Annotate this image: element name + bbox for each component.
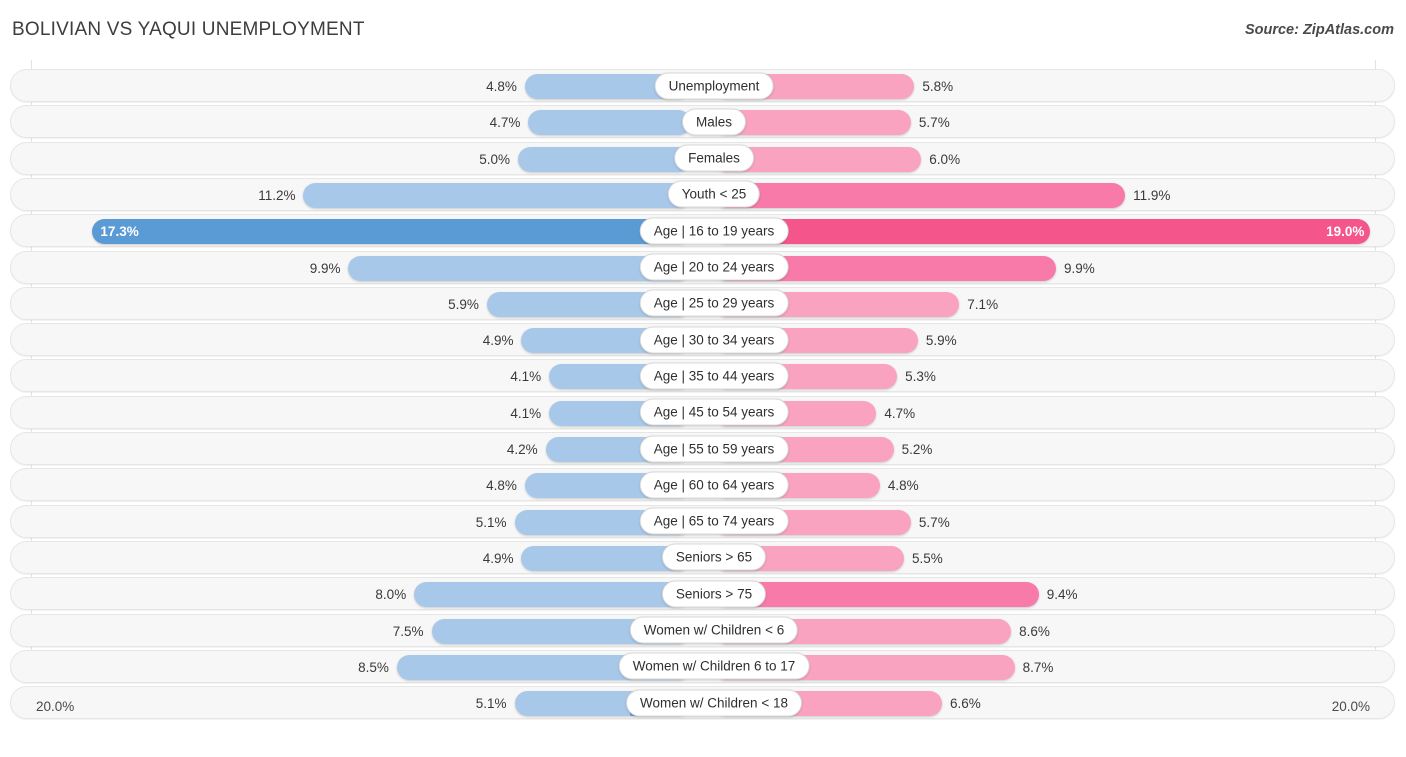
- value-label-bolivian: 5.9%: [448, 296, 479, 312]
- bar-bolivian: [414, 582, 691, 608]
- value-label-yaqui: 5.2%: [901, 442, 933, 457]
- chart-row: 8.5% 8.7% Women w/ Children 6 to 17: [10, 649, 1395, 683]
- value-label-bolivian: 9.9%: [309, 260, 341, 276]
- value-label-yaqui: 19.0%: [1326, 224, 1365, 240]
- value-label-bolivian: 4.1%: [510, 405, 542, 421]
- category-label: Age | 16 to 19 years: [639, 217, 789, 245]
- bar-yaqui: [714, 219, 1371, 245]
- bar-bolivian: [518, 146, 691, 172]
- value-label-yaqui: 7.1%: [967, 296, 999, 312]
- value-label-bolivian: 17.3%: [100, 224, 139, 240]
- value-label-yaqui: 5.9%: [925, 333, 957, 349]
- value-label-yaqui: 8.7%: [1022, 659, 1054, 675]
- chart-row: 5.1% 5.7% Age | 65 to 74 years: [10, 504, 1395, 538]
- chart-row: 8.0% 9.4% Seniors > 75: [10, 577, 1395, 611]
- chart-row: 17.3% 19.0% Age | 16 to 19 years: [10, 214, 1395, 248]
- category-label: Age | 35 to 44 years: [639, 362, 789, 390]
- category-label: Age | 25 to 29 years: [639, 289, 789, 317]
- value-label-yaqui: 9.4%: [1046, 587, 1078, 603]
- value-label-yaqui: 11.9%: [1133, 187, 1171, 203]
- chart-row: 4.9% 5.5% Seniors > 65: [10, 540, 1395, 574]
- category-label: Women w/ Children 6 to 17: [618, 652, 810, 680]
- value-label-bolivian: 4.9%: [482, 550, 514, 566]
- value-label-yaqui: 5.7%: [918, 514, 950, 530]
- category-label: Age | 45 to 54 years: [639, 398, 789, 426]
- value-label-bolivian: 4.8%: [486, 478, 517, 494]
- chart-row: 4.8% 5.8% Unemployment: [10, 69, 1395, 102]
- value-label-yaqui: 5.5%: [912, 550, 943, 566]
- diverging-bar-chart: 4.8% 5.8% Unemployment 4.7% 5.7% Males 5.0% 6.0…: [0, 60, 1406, 720]
- page-title: BOLIVIAN VS YAQUI UNEMPLOYMENT: [12, 19, 365, 40]
- bar-bolivian: [303, 182, 691, 208]
- value-label-bolivian: 7.5%: [392, 623, 424, 639]
- category-label: Females: [674, 144, 754, 172]
- value-label-bolivian: 11.2%: [258, 187, 296, 203]
- value-label-bolivian: 8.0%: [375, 587, 407, 603]
- value-label-yaqui: 5.7%: [918, 115, 950, 131]
- category-label: Seniors > 65: [661, 543, 767, 571]
- bar-yaqui: [714, 182, 1126, 208]
- value-label-yaqui: 6.0%: [929, 151, 961, 167]
- value-label-yaqui: 8.6%: [1019, 623, 1050, 639]
- value-label-bolivian: 5.0%: [479, 151, 510, 167]
- chart-row: 11.2% 11.9% Youth < 25: [10, 177, 1395, 211]
- chart-row: 7.5% 8.6% Women w/ Children < 6: [10, 613, 1395, 647]
- category-label: Age | 30 to 34 years: [639, 326, 789, 354]
- category-label: Age | 60 to 64 years: [639, 471, 789, 499]
- value-label-yaqui: 5.8%: [922, 79, 954, 94]
- value-label-bolivian: 4.1%: [510, 369, 542, 385]
- chart-row: 4.1% 4.7% Age | 45 to 54 years: [10, 395, 1395, 429]
- bar-bolivian: [528, 110, 691, 136]
- value-label-bolivian: 8.5%: [358, 659, 389, 675]
- value-label-bolivian: 4.9%: [482, 333, 514, 349]
- bar-bolivian: [92, 219, 691, 245]
- chart-row: 4.7% 5.7% Males: [10, 105, 1395, 139]
- category-label: Women w/ Children < 18: [626, 689, 802, 717]
- value-label-bolivian: 4.8%: [486, 79, 517, 94]
- chart-row: 9.9% 9.9% Age | 20 to 24 years: [10, 250, 1395, 284]
- category-label: Age | 20 to 24 years: [639, 253, 789, 281]
- category-label: Seniors > 75: [661, 580, 767, 608]
- category-label: Women w/ Children < 6: [629, 616, 799, 644]
- value-label-bolivian: 4.7%: [489, 115, 521, 131]
- category-label: Unemployment: [654, 72, 774, 99]
- chart-row: 5.0% 6.0% Females: [10, 141, 1395, 175]
- value-label-bolivian: 5.1%: [475, 514, 507, 530]
- value-label-yaqui: 5.3%: [905, 369, 936, 385]
- value-label-yaqui: 4.7%: [884, 405, 916, 421]
- chart-row: 4.2% 5.2% Age | 55 to 59 years: [10, 432, 1395, 465]
- chart-row: 5.9% 7.1% Age | 25 to 29 years: [10, 286, 1395, 320]
- category-label: Age | 55 to 59 years: [639, 435, 789, 462]
- category-label: Youth < 25: [667, 180, 761, 208]
- value-label-bolivian: 4.2%: [506, 442, 538, 457]
- category-label: Males: [681, 108, 747, 136]
- source-attribution: Source: ZipAtlas.com: [1244, 22, 1394, 38]
- chart-row: 4.9% 5.9% Age | 30 to 34 years: [10, 323, 1395, 357]
- category-label: Age | 65 to 74 years: [639, 507, 789, 535]
- value-label-yaqui: 4.8%: [887, 478, 919, 494]
- chart-row: 4.1% 5.3% Age | 35 to 44 years: [10, 359, 1395, 393]
- value-label-yaqui: 9.9%: [1064, 260, 1095, 276]
- chart-row: 4.8% 4.8% Age | 60 to 64 years: [10, 468, 1395, 502]
